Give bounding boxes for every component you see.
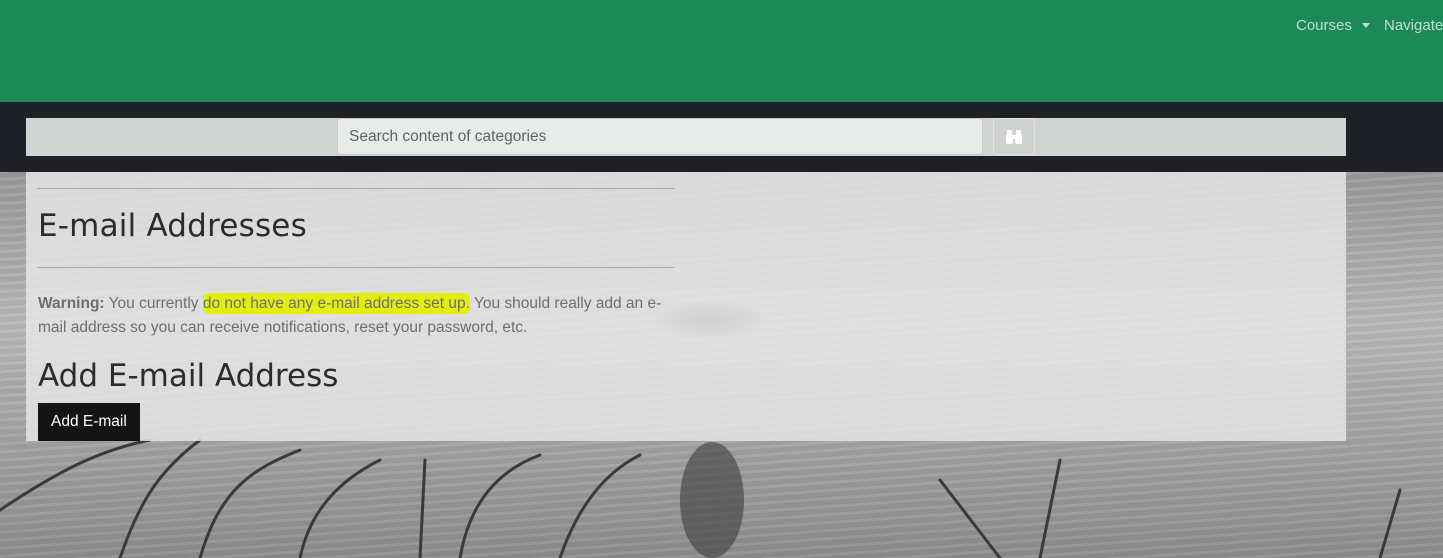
search-bar (26, 118, 1346, 156)
nav-courses-dropdown[interactable]: Courses (1296, 17, 1370, 34)
warning-label: Warning: (38, 295, 105, 312)
add-email-button[interactable]: Add E-mail (38, 403, 140, 441)
search-band (0, 102, 1443, 172)
warning-text-pre: You currently (104, 295, 203, 312)
chevron-down-icon (1361, 23, 1370, 28)
divider (38, 188, 674, 189)
nav-courses-label: Courses (1296, 17, 1352, 34)
search-button[interactable] (993, 118, 1035, 155)
binoculars-icon (1006, 129, 1022, 144)
nav-navigate-label: Navigate (1384, 17, 1443, 34)
search-input[interactable] (337, 118, 983, 155)
page-title: E-mail Addresses (38, 208, 307, 244)
top-navbar: Courses Navigate (0, 0, 1443, 102)
warning-highlight: do not have any e-mail address set up. (202, 293, 470, 314)
email-panel: E-mail Addresses Warning: You currently … (26, 172, 1346, 441)
add-email-heading: Add E-mail Address (38, 358, 339, 394)
warning-message: Warning: You currently do not have any e… (38, 292, 678, 340)
nav-navigate-link[interactable]: Navigate (1384, 17, 1443, 34)
divider (38, 267, 674, 268)
